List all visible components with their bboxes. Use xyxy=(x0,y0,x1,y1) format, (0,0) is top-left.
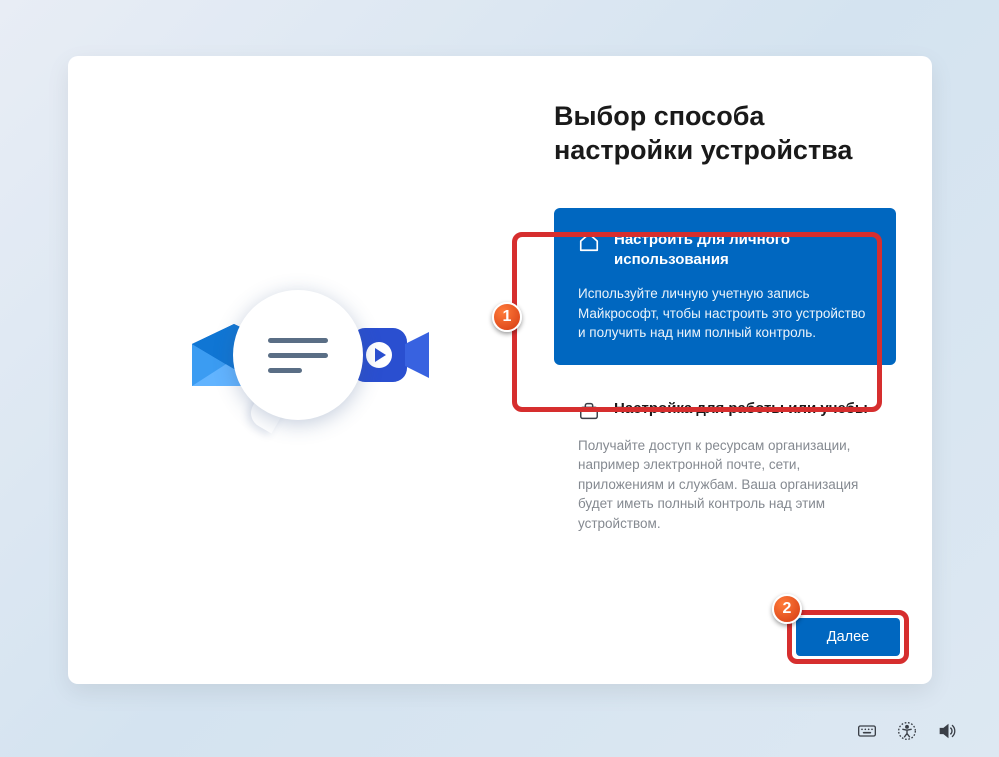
setup-illustration xyxy=(163,280,423,460)
option-personal-description: Используйте личную учетную запись Майкро… xyxy=(578,284,872,343)
next-button[interactable]: Далее xyxy=(796,618,900,656)
footer-icons xyxy=(857,721,957,741)
speech-bubble-icon xyxy=(233,290,363,420)
accessibility-icon[interactable] xyxy=(897,721,917,741)
page-title: Выбор способа настройки устройства xyxy=(554,100,896,168)
option-work-school[interactable]: Настройка для работы или учебы Получайте… xyxy=(554,377,896,556)
home-icon xyxy=(578,231,600,253)
option-work-title: Настройка для работы или учебы xyxy=(614,399,868,419)
annotation-badge-2: 2 xyxy=(772,594,802,624)
keyboard-icon[interactable] xyxy=(857,721,877,741)
text-lines-icon xyxy=(268,338,328,373)
option-personal-use[interactable]: Настроить для личного использования Испо… xyxy=(554,208,896,365)
oobe-window: Выбор способа настройки устройства Настр… xyxy=(68,56,932,684)
option-personal-title: Настроить для личного использования xyxy=(614,230,872,271)
content-panel: Выбор способа настройки устройства Настр… xyxy=(518,56,932,684)
option-work-description: Получайте доступ к ресурсам организации,… xyxy=(578,436,872,534)
volume-icon[interactable] xyxy=(937,721,957,741)
briefcase-icon xyxy=(578,400,600,422)
annotation-badge-1: 1 xyxy=(492,302,522,332)
illustration-panel xyxy=(68,56,518,684)
